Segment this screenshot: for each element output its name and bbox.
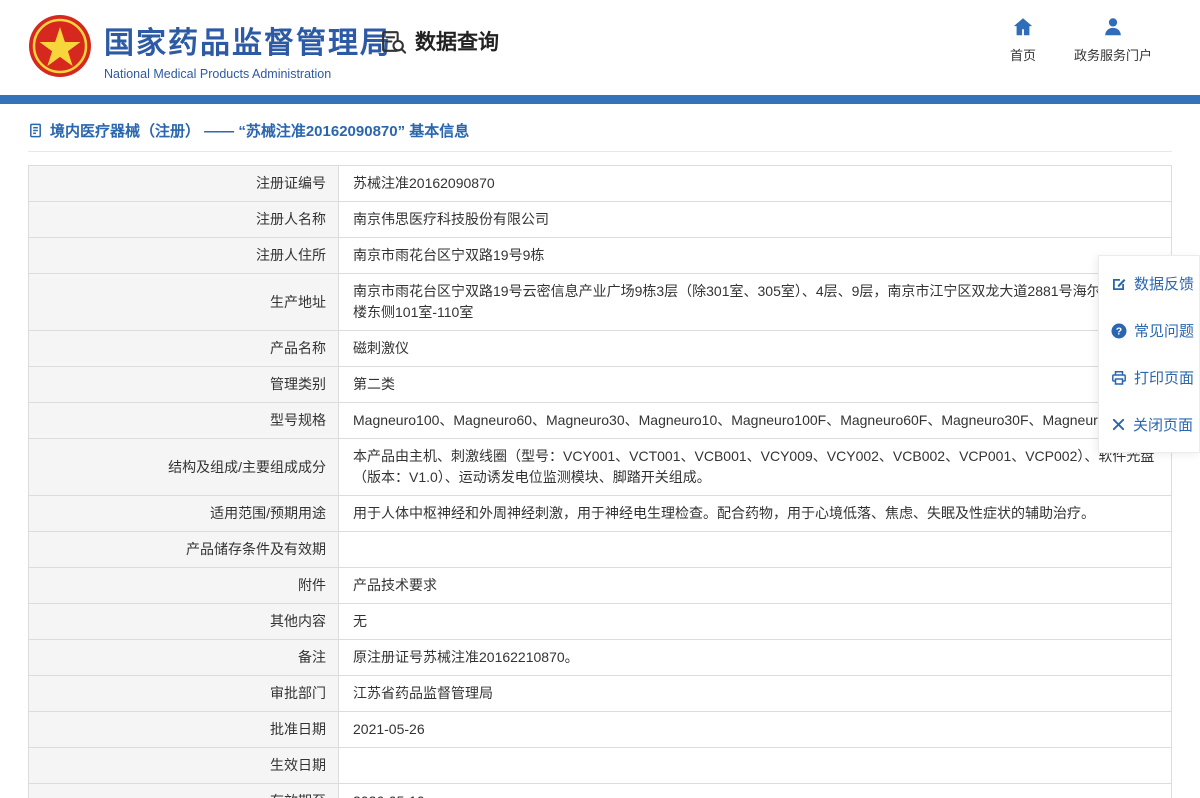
registration-info-table: 注册证编号 苏械注准20162090870 注册人名称 南京伟思医疗科技股份有限公司注… xyxy=(28,165,1172,798)
field-value: 无 xyxy=(338,603,1172,640)
table-row: 型号规格 Magneuro100、Magneuro60、Magneuro30、Ma… xyxy=(28,402,1172,439)
table-row: 注册证编号 苏械注准20162090870 xyxy=(28,165,1172,202)
nav-item-home[interactable]: 首页 xyxy=(1010,16,1036,64)
table-row: 批准日期 2021-05-26 xyxy=(28,711,1172,748)
home-icon xyxy=(1012,16,1034,38)
field-value: 2021-05-26 xyxy=(338,711,1172,748)
field-value: 原注册证号苏械注准20162210870。 xyxy=(338,639,1172,676)
table-row: 备注 原注册证号苏械注准20162210870。 xyxy=(28,639,1172,676)
nmpa-emblem-logo xyxy=(28,14,92,78)
table-row: 结构及组成/主要组成成分 本产品由主机、刺激线圈（型号：VCY001、VCT001… xyxy=(28,438,1172,496)
field-value: 苏械注准20162090870 xyxy=(338,165,1172,202)
field-value xyxy=(338,531,1172,568)
field-label: 生产地址 xyxy=(28,273,339,331)
field-value: 南京市雨花台区宁双路19号云密信息产业广场9栋3层（除301室、305室）、4层… xyxy=(338,273,1172,331)
org-title-block: 国家药品监督管理局 National Medical Products Admi… xyxy=(104,18,392,81)
field-label: 审批部门 xyxy=(28,675,339,712)
question-icon: ? xyxy=(1111,323,1127,339)
field-label: 备注 xyxy=(28,639,339,676)
field-value: 用于人体中枢神经和外周神经刺激，用于神经电生理检查。配合药物，用于心境低落、焦虑… xyxy=(338,495,1172,532)
field-value: 本产品由主机、刺激线圈（型号：VCY001、VCT001、VCB001、VCY0… xyxy=(338,438,1172,496)
table-row: 审批部门 江苏省药品监督管理局 xyxy=(28,675,1172,712)
field-label: 注册人住所 xyxy=(28,237,339,274)
page-title: 境内医疗器械（注册） —— “苏械注准20162090870” 基本信息 xyxy=(50,123,470,140)
table-row: 附件 产品技术要求 xyxy=(28,567,1172,604)
close-icon xyxy=(1111,417,1126,432)
breadcrumb: 境内医疗器械（注册） —— “苏械注准20162090870” 基本信息 xyxy=(28,104,1172,152)
field-label: 适用范围/预期用途 xyxy=(28,495,339,532)
field-value: Magneuro100、Magneuro60、Magneuro30、Magneu… xyxy=(338,402,1172,439)
user-icon xyxy=(1102,16,1124,38)
header-nav: 首页 政务服务门户 xyxy=(1010,16,1152,64)
nav-item-label: 政务服务门户 xyxy=(1073,48,1152,63)
field-value: 南京伟思医疗科技股份有限公司 xyxy=(338,201,1172,238)
feedback-icon xyxy=(1111,276,1127,292)
field-label: 型号规格 xyxy=(28,402,339,439)
table-row: 产品名称 磁刺激仪 xyxy=(28,330,1172,367)
site-header: 国家药品监督管理局 National Medical Products Admi… xyxy=(0,0,1200,95)
document-search-icon xyxy=(380,28,407,55)
floating-tools-panel: 数据反馈 ? 常见问题 打印页面 关闭页面 xyxy=(1098,255,1200,453)
nav-item-gov-portal[interactable]: 政务服务门户 xyxy=(1074,16,1152,64)
field-label: 批准日期 xyxy=(28,711,339,748)
field-label: 附件 xyxy=(28,567,339,604)
table-row: 生产地址 南京市雨花台区宁双路19号云密信息产业广场9栋3层（除301室、305室… xyxy=(28,273,1172,331)
nav-item-label: 首页 xyxy=(1009,48,1036,63)
print-icon xyxy=(1111,370,1127,386)
panel-item-label: 打印页面 xyxy=(1134,370,1195,387)
field-label: 产品储存条件及有效期 xyxy=(28,531,339,568)
panel-item-close[interactable]: 关闭页面 xyxy=(1111,401,1199,448)
field-label: 注册证编号 xyxy=(28,165,339,202)
panel-item-label: 关闭页面 xyxy=(1133,417,1194,434)
field-label: 产品名称 xyxy=(28,330,339,367)
field-value: 江苏省药品监督管理局 xyxy=(338,675,1172,712)
table-row: 有效期至2026-05-10 xyxy=(28,783,1172,798)
field-label: 结构及组成/主要组成成分 xyxy=(28,438,339,496)
field-label: 管理类别 xyxy=(28,366,339,403)
table-row: 其他内容无 xyxy=(28,603,1172,640)
panel-item-faq[interactable]: ? 常见问题 xyxy=(1111,307,1199,354)
table-row: 注册人名称 南京伟思医疗科技股份有限公司 xyxy=(28,201,1172,238)
header-divider-bar xyxy=(0,95,1200,104)
data-query-label: 数据查询 xyxy=(415,31,499,54)
svg-text:?: ? xyxy=(1116,325,1122,337)
table-row: 生效日期 xyxy=(28,747,1172,784)
panel-item-feedback[interactable]: 数据反馈 xyxy=(1111,260,1199,307)
field-value: 2026-05-10 xyxy=(338,783,1172,798)
panel-item-print[interactable]: 打印页面 xyxy=(1111,354,1199,401)
org-name-en: National Medical Products Administration xyxy=(104,67,332,81)
table-row: 注册人住所 南京市雨花台区宁双路19号9栋 xyxy=(28,237,1172,274)
document-icon xyxy=(28,123,43,138)
panel-item-label: 数据反馈 xyxy=(1134,276,1195,293)
field-value xyxy=(338,747,1172,784)
field-label: 其他内容 xyxy=(28,603,339,640)
table-row: 管理类别 第二类 xyxy=(28,366,1172,403)
field-label: 生效日期 xyxy=(28,747,339,784)
field-label: 有效期至 xyxy=(28,783,339,798)
field-label: 注册人名称 xyxy=(28,201,339,238)
field-value: 第二类 xyxy=(338,366,1172,403)
org-name-cn: 国家药品监督管理局 xyxy=(104,27,392,60)
table-row: 适用范围/预期用途 用于人体中枢神经和外周神经刺激，用于神经电生理检查。配合药物，… xyxy=(28,495,1172,532)
field-value: 产品技术要求 xyxy=(338,567,1172,604)
table-row: 产品储存条件及有效期 xyxy=(28,531,1172,568)
field-value: 南京市雨花台区宁双路19号9栋 xyxy=(338,237,1172,274)
data-query-nav[interactable]: 数据查询 xyxy=(380,26,499,56)
panel-item-label: 常见问题 xyxy=(1134,323,1195,340)
field-value: 磁刺激仪 xyxy=(338,330,1172,367)
